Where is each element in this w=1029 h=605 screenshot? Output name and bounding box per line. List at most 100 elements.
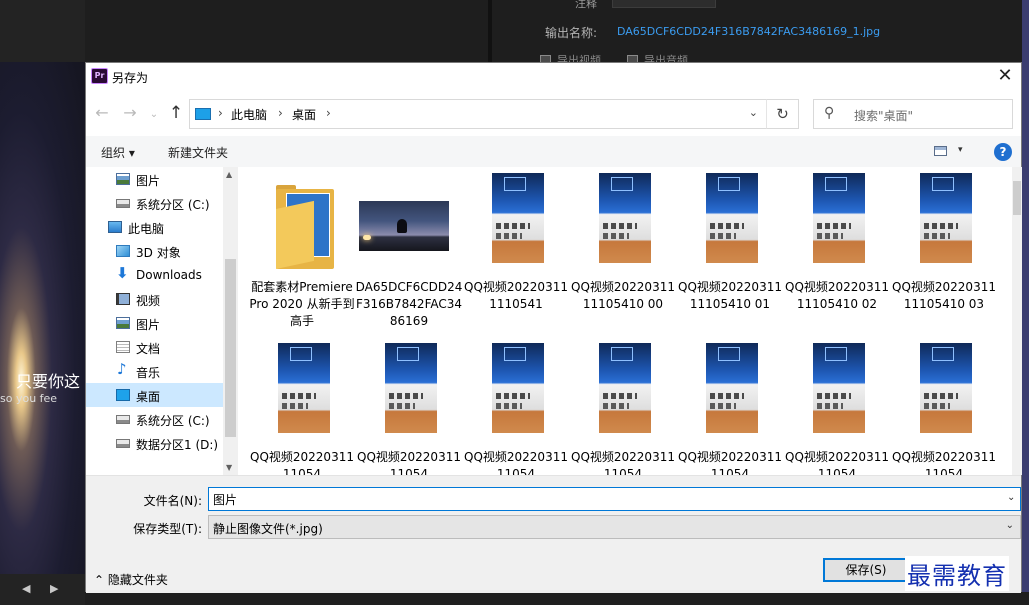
- search-input[interactable]: 搜索"桌面": [854, 107, 913, 124]
- premiere-app-icon: Pr: [91, 68, 108, 84]
- file-name: QQ视频202203111110541: [464, 280, 568, 311]
- file-name: QQ视频2022031111105410 02: [785, 280, 889, 311]
- sidebar-item[interactable]: 数据分区1 (D:): [86, 431, 223, 455]
- scroll-down-icon[interactable]: ▼: [226, 463, 232, 472]
- file-item[interactable]: DA65DCF6CDD24F316B7842FAC3486169: [356, 173, 462, 338]
- dialog-titlebar[interactable]: Pr 另存为 ✕: [86, 63, 1021, 91]
- address-bar[interactable]: › 此电脑 › 桌面 › ⌄: [189, 99, 799, 129]
- note-field[interactable]: [612, 0, 716, 8]
- file-name: QQ视频2022031111105410 01: [678, 280, 782, 311]
- hide-folders-toggle[interactable]: ⌃ 隐藏文件夹: [94, 571, 168, 588]
- downloads-icon: ⬇: [116, 264, 129, 282]
- sidebar-item-label: 系统分区 (C:): [136, 198, 210, 212]
- scroll-up-icon[interactable]: ▲: [226, 170, 232, 179]
- file-name: QQ视频2022031111054: [464, 450, 568, 475]
- drive-icon: [116, 199, 130, 208]
- preview-subtitle-en: so you fee: [0, 392, 58, 405]
- chevron-up-icon: ⌃: [94, 573, 105, 587]
- sidebar-item-label: 此电脑: [128, 222, 165, 236]
- sidebar-item[interactable]: 系统分区 (C:): [86, 191, 223, 215]
- sidebar-item-label: 图片: [136, 174, 161, 188]
- save-as-dialog: Pr 另存为 ✕ ← → ⌄ ↑ › 此电脑 › 桌面 › ⌄ ↻ ⚲ 搜索"桌…: [85, 62, 1022, 593]
- file-item[interactable]: 配套素材Premiere Pro 2020 从新手到高手: [249, 173, 355, 338]
- sidebar-item[interactable]: 图片: [86, 311, 223, 335]
- sidebar-item[interactable]: ⬇ Downloads: [86, 263, 223, 287]
- sidebar-item[interactable]: 图片: [86, 167, 223, 191]
- forward-button[interactable]: →: [120, 105, 140, 121]
- background-bottom-bar: [85, 592, 1029, 605]
- breadcrumb-desktop[interactable]: 桌面: [292, 106, 316, 123]
- organize-button[interactable]: 组织 ▾: [101, 144, 135, 161]
- file-item[interactable]: QQ视频2022031111105410 00: [571, 173, 675, 338]
- sidebar-item-label: 图片: [136, 318, 161, 332]
- preview-subtitle-zh: 只要你这: [16, 372, 81, 391]
- filename-dropdown-icon[interactable]: ⌄: [1007, 492, 1015, 503]
- breadcrumb-this-pc[interactable]: 此电脑: [231, 106, 267, 123]
- playback-controls[interactable]: ◀ ▶: [22, 582, 66, 595]
- help-icon[interactable]: ?: [994, 143, 1012, 161]
- file-item[interactable]: QQ视频2022031111054: [571, 343, 675, 475]
- up-button[interactable]: ↑: [166, 105, 186, 122]
- file-name: QQ视频2022031111054: [357, 450, 461, 475]
- file-item[interactable]: QQ视频2022031111054: [250, 343, 354, 475]
- view-options-button[interactable]: ▾: [958, 145, 963, 155]
- export-video-checkbox[interactable]: [540, 55, 551, 62]
- breadcrumb-separator[interactable]: ›: [326, 106, 331, 120]
- videos-icon: [116, 293, 130, 305]
- image-thumbnail: [466, 343, 566, 443]
- filetype-label: 保存类型(T):: [133, 522, 202, 536]
- 3d-objects-icon: [116, 245, 130, 257]
- watermark: 最需教育: [905, 556, 1009, 591]
- file-item[interactable]: QQ视频2022031111054: [357, 343, 461, 475]
- recent-locations-button[interactable]: ⌄: [144, 107, 164, 123]
- breadcrumb-separator[interactable]: ›: [218, 106, 223, 120]
- navigation-pane: 数据分区1 (D:) 系统分区 (C:) 桌面 ♪ 音乐 文档 图片 视频 ⬇ Downloads…: [86, 167, 238, 475]
- back-button[interactable]: ←: [92, 105, 112, 121]
- output-name-link[interactable]: DA65DCF6CDD24F316B7842FAC3486169_1.jpg: [617, 25, 880, 38]
- new-folder-button[interactable]: 新建文件夹: [168, 144, 228, 161]
- refresh-button[interactable]: ↻: [766, 99, 799, 129]
- image-thumbnail: [359, 173, 459, 273]
- breadcrumb-separator[interactable]: ›: [278, 106, 283, 120]
- nav-pane-scroll-thumb[interactable]: [225, 259, 236, 437]
- save-button[interactable]: 保存(S): [823, 558, 909, 582]
- folder-icon: [252, 173, 352, 273]
- sidebar-item-label: 数据分区1 (D:): [136, 438, 219, 452]
- sidebar-item[interactable]: 视频: [86, 287, 223, 311]
- program-monitor-preview: [0, 62, 85, 574]
- filetype-select[interactable]: 静止图像文件(*.jpg) ⌄: [208, 515, 1021, 539]
- desktop-icon: [116, 389, 130, 401]
- search-box[interactable]: ⚲ 搜索"桌面": [813, 99, 1013, 129]
- sidebar-item[interactable]: 此电脑: [86, 215, 223, 239]
- file-name: DA65DCF6CDD24F316B7842FAC3486169: [355, 280, 463, 328]
- sidebar-item[interactable]: 文档: [86, 335, 223, 359]
- image-thumbnail: [787, 173, 887, 273]
- save-options-panel: 文件名(N): ⌄ 保存类型(T): 静止图像文件(*.jpg) ⌄ ⌃ 隐藏文…: [86, 475, 1021, 593]
- sidebar-item-label: 3D 对象: [136, 246, 181, 260]
- file-item[interactable]: QQ视频2022031111105410 03: [892, 173, 996, 338]
- file-item[interactable]: QQ视频2022031111105410 01: [678, 173, 782, 338]
- file-item[interactable]: QQ视频2022031111054: [678, 343, 782, 475]
- file-item[interactable]: QQ视频2022031111054: [464, 343, 568, 475]
- file-item[interactable]: QQ视频2022031111105410 02: [785, 173, 889, 338]
- file-item[interactable]: QQ视频2022031111054: [785, 343, 889, 475]
- sidebar-item[interactable]: 3D 对象: [86, 239, 223, 263]
- music-icon: ♪: [117, 360, 127, 378]
- navigation-bar: ← → ⌄ ↑ › 此电脑 › 桌面 › ⌄ ↻ ⚲ 搜索"桌面": [86, 91, 1021, 135]
- close-button[interactable]: ✕: [995, 66, 1015, 86]
- sidebar-item[interactable]: ♪ 音乐: [86, 359, 223, 383]
- image-thumbnail: [252, 343, 352, 443]
- file-item[interactable]: QQ视频202203111110541: [464, 173, 568, 338]
- view-icon[interactable]: [934, 146, 947, 156]
- sidebar-item[interactable]: 系统分区 (C:): [86, 407, 223, 431]
- file-item[interactable]: QQ视频2022031111054: [892, 343, 996, 475]
- file-list-scroll-thumb[interactable]: [1013, 181, 1021, 215]
- sidebar-item[interactable]: 桌面: [86, 383, 223, 407]
- address-dropdown-icon[interactable]: ⌄: [749, 106, 758, 119]
- file-list-scrollbar[interactable]: [1012, 167, 1022, 475]
- pictures-icon: [116, 173, 130, 185]
- export-audio-checkbox[interactable]: [627, 55, 638, 62]
- nav-pane-scrollbar[interactable]: ▲ ▼: [223, 167, 238, 475]
- file-name: QQ视频2022031111105410 00: [571, 280, 675, 311]
- filename-input[interactable]: [208, 487, 1021, 511]
